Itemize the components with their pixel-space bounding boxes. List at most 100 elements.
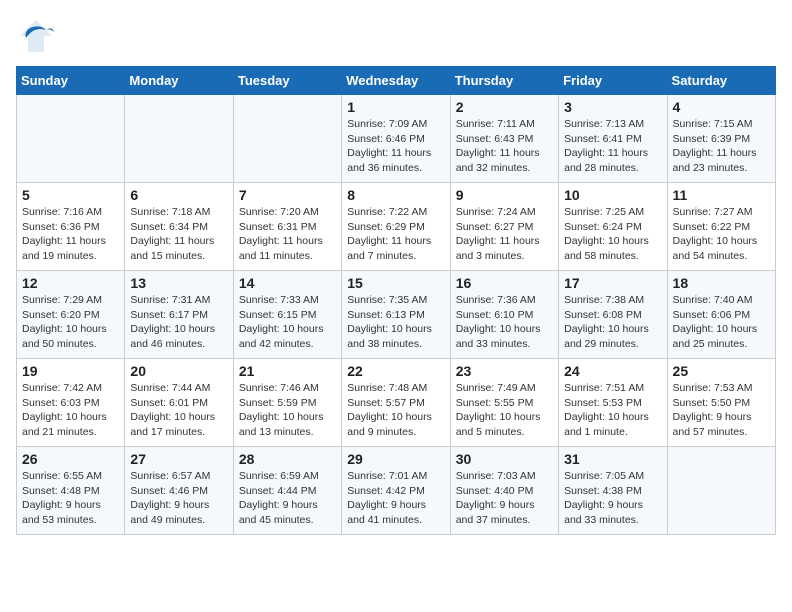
- day-info: Sunrise: 7:35 AM Sunset: 6:13 PM Dayligh…: [347, 293, 444, 352]
- day-number: 9: [456, 187, 553, 203]
- calendar-body: 1Sunrise: 7:09 AM Sunset: 6:46 PM Daylig…: [17, 95, 776, 535]
- calendar-cell: 9 Sunrise: 7:24 AM Sunset: 6:27 PM Daylig…: [450, 183, 558, 271]
- calendar-cell: 28 Sunrise: 6:59 AM Sunset: 4:44 PM Dayli…: [233, 447, 341, 535]
- day-info: Sunrise: 7:51 AM Sunset: 5:53 PM Dayligh…: [564, 381, 661, 440]
- calendar-cell: 3 Sunrise: 7:13 AM Sunset: 6:41 PM Daylig…: [559, 95, 667, 183]
- day-info: Sunrise: 7:13 AM Sunset: 6:41 PM Dayligh…: [564, 117, 661, 176]
- day-number: 17: [564, 275, 661, 291]
- day-info: Sunrise: 6:55 AM Sunset: 4:48 PM Dayligh…: [22, 469, 119, 528]
- calendar-cell: 16 Sunrise: 7:36 AM Sunset: 6:10 PM Dayli…: [450, 271, 558, 359]
- day-info: Sunrise: 7:33 AM Sunset: 6:15 PM Dayligh…: [239, 293, 336, 352]
- header: [16, 16, 776, 56]
- day-of-week-sunday: Sunday: [17, 67, 125, 95]
- day-info: Sunrise: 7:09 AM Sunset: 6:46 PM Dayligh…: [347, 117, 444, 176]
- day-info: Sunrise: 6:59 AM Sunset: 4:44 PM Dayligh…: [239, 469, 336, 528]
- calendar-cell: 30Sunrise: 7:03 AM Sunset: 4:40 PM Dayli…: [450, 447, 558, 535]
- day-info: Sunrise: 7:40 AM Sunset: 6:06 PM Dayligh…: [673, 293, 770, 352]
- calendar-cell: 5 Sunrise: 7:16 AM Sunset: 6:36 PM Daylig…: [17, 183, 125, 271]
- day-number: 13: [130, 275, 227, 291]
- calendar-cell: 7 Sunrise: 7:20 AM Sunset: 6:31 PM Daylig…: [233, 183, 341, 271]
- calendar-cell: 26 Sunrise: 6:55 AM Sunset: 4:48 PM Dayli…: [17, 447, 125, 535]
- day-info: Sunrise: 6:57 AM Sunset: 4:46 PM Dayligh…: [130, 469, 227, 528]
- calendar-table: SundayMondayTuesdayWednesdayThursdayFrid…: [16, 66, 776, 535]
- day-number: 5: [22, 187, 119, 203]
- day-info: Sunrise: 7:31 AM Sunset: 6:17 PM Dayligh…: [130, 293, 227, 352]
- day-number: 24: [564, 363, 661, 379]
- day-of-week-monday: Monday: [125, 67, 233, 95]
- calendar-cell: [667, 447, 775, 535]
- calendar-cell: 2 Sunrise: 7:11 AM Sunset: 6:43 PM Daylig…: [450, 95, 558, 183]
- day-info: Sunrise: 7:42 AM Sunset: 6:03 PM Dayligh…: [22, 381, 119, 440]
- day-info: Sunrise: 7:25 AM Sunset: 6:24 PM Dayligh…: [564, 205, 661, 264]
- day-number: 27: [130, 451, 227, 467]
- day-info: Sunrise: 7:24 AM Sunset: 6:27 PM Dayligh…: [456, 205, 553, 264]
- day-of-week-friday: Friday: [559, 67, 667, 95]
- day-info: Sunrise: 7:46 AM Sunset: 5:59 PM Dayligh…: [239, 381, 336, 440]
- day-number: 21: [239, 363, 336, 379]
- day-info: Sunrise: 7:03 AM Sunset: 4:40 PM Dayligh…: [456, 469, 553, 528]
- day-number: 19: [22, 363, 119, 379]
- calendar-cell: 13 Sunrise: 7:31 AM Sunset: 6:17 PM Dayli…: [125, 271, 233, 359]
- week-row-4: 19 Sunrise: 7:42 AM Sunset: 6:03 PM Dayli…: [17, 359, 776, 447]
- week-row-3: 12 Sunrise: 7:29 AM Sunset: 6:20 PM Dayli…: [17, 271, 776, 359]
- day-number: 10: [564, 187, 661, 203]
- day-of-week-tuesday: Tuesday: [233, 67, 341, 95]
- day-info: Sunrise: 7:48 AM Sunset: 5:57 PM Dayligh…: [347, 381, 444, 440]
- week-row-1: 1Sunrise: 7:09 AM Sunset: 6:46 PM Daylig…: [17, 95, 776, 183]
- day-number: 12: [22, 275, 119, 291]
- day-of-week-saturday: Saturday: [667, 67, 775, 95]
- week-row-5: 26 Sunrise: 6:55 AM Sunset: 4:48 PM Dayli…: [17, 447, 776, 535]
- day-number: 26: [22, 451, 119, 467]
- day-number: 15: [347, 275, 444, 291]
- day-of-week-wednesday: Wednesday: [342, 67, 450, 95]
- calendar-cell: 29Sunrise: 7:01 AM Sunset: 4:42 PM Dayli…: [342, 447, 450, 535]
- calendar-cell: 20Sunrise: 7:44 AM Sunset: 6:01 PM Dayli…: [125, 359, 233, 447]
- logo-icon: [16, 16, 56, 56]
- calendar-cell: 19 Sunrise: 7:42 AM Sunset: 6:03 PM Dayli…: [17, 359, 125, 447]
- day-number: 16: [456, 275, 553, 291]
- day-info: Sunrise: 7:11 AM Sunset: 6:43 PM Dayligh…: [456, 117, 553, 176]
- calendar-cell: 12 Sunrise: 7:29 AM Sunset: 6:20 PM Dayli…: [17, 271, 125, 359]
- day-info: Sunrise: 7:20 AM Sunset: 6:31 PM Dayligh…: [239, 205, 336, 264]
- calendar-cell: [233, 95, 341, 183]
- day-number: 3: [564, 99, 661, 115]
- day-info: Sunrise: 7:36 AM Sunset: 6:10 PM Dayligh…: [456, 293, 553, 352]
- day-number: 28: [239, 451, 336, 467]
- day-info: Sunrise: 7:18 AM Sunset: 6:34 PM Dayligh…: [130, 205, 227, 264]
- day-info: Sunrise: 7:29 AM Sunset: 6:20 PM Dayligh…: [22, 293, 119, 352]
- day-number: 4: [673, 99, 770, 115]
- day-info: Sunrise: 7:38 AM Sunset: 6:08 PM Dayligh…: [564, 293, 661, 352]
- day-number: 25: [673, 363, 770, 379]
- calendar-cell: [125, 95, 233, 183]
- calendar-cell: 23Sunrise: 7:49 AM Sunset: 5:55 PM Dayli…: [450, 359, 558, 447]
- day-info: Sunrise: 7:49 AM Sunset: 5:55 PM Dayligh…: [456, 381, 553, 440]
- day-number: 18: [673, 275, 770, 291]
- days-of-week-row: SundayMondayTuesdayWednesdayThursdayFrid…: [17, 67, 776, 95]
- calendar-cell: 31Sunrise: 7:05 AM Sunset: 4:38 PM Dayli…: [559, 447, 667, 535]
- day-number: 22: [347, 363, 444, 379]
- logo: [16, 16, 60, 56]
- calendar-cell: 25 Sunrise: 7:53 AM Sunset: 5:50 PM Dayli…: [667, 359, 775, 447]
- day-number: 2: [456, 99, 553, 115]
- day-info: Sunrise: 7:15 AM Sunset: 6:39 PM Dayligh…: [673, 117, 770, 176]
- day-info: Sunrise: 7:05 AM Sunset: 4:38 PM Dayligh…: [564, 469, 661, 528]
- day-info: Sunrise: 7:53 AM Sunset: 5:50 PM Dayligh…: [673, 381, 770, 440]
- calendar-cell: [17, 95, 125, 183]
- calendar-cell: 11Sunrise: 7:27 AM Sunset: 6:22 PM Dayli…: [667, 183, 775, 271]
- calendar-cell: 6 Sunrise: 7:18 AM Sunset: 6:34 PM Daylig…: [125, 183, 233, 271]
- day-number: 14: [239, 275, 336, 291]
- day-number: 7: [239, 187, 336, 203]
- day-info: Sunrise: 7:16 AM Sunset: 6:36 PM Dayligh…: [22, 205, 119, 264]
- day-info: Sunrise: 7:22 AM Sunset: 6:29 PM Dayligh…: [347, 205, 444, 264]
- calendar-cell: 21 Sunrise: 7:46 AM Sunset: 5:59 PM Dayli…: [233, 359, 341, 447]
- calendar-cell: 8Sunrise: 7:22 AM Sunset: 6:29 PM Daylig…: [342, 183, 450, 271]
- day-of-week-thursday: Thursday: [450, 67, 558, 95]
- day-number: 11: [673, 187, 770, 203]
- day-number: 29: [347, 451, 444, 467]
- week-row-2: 5 Sunrise: 7:16 AM Sunset: 6:36 PM Daylig…: [17, 183, 776, 271]
- calendar-cell: 22 Sunrise: 7:48 AM Sunset: 5:57 PM Dayli…: [342, 359, 450, 447]
- calendar-cell: 10 Sunrise: 7:25 AM Sunset: 6:24 PM Dayli…: [559, 183, 667, 271]
- calendar-cell: 24 Sunrise: 7:51 AM Sunset: 5:53 PM Dayli…: [559, 359, 667, 447]
- day-number: 6: [130, 187, 227, 203]
- calendar-cell: 1Sunrise: 7:09 AM Sunset: 6:46 PM Daylig…: [342, 95, 450, 183]
